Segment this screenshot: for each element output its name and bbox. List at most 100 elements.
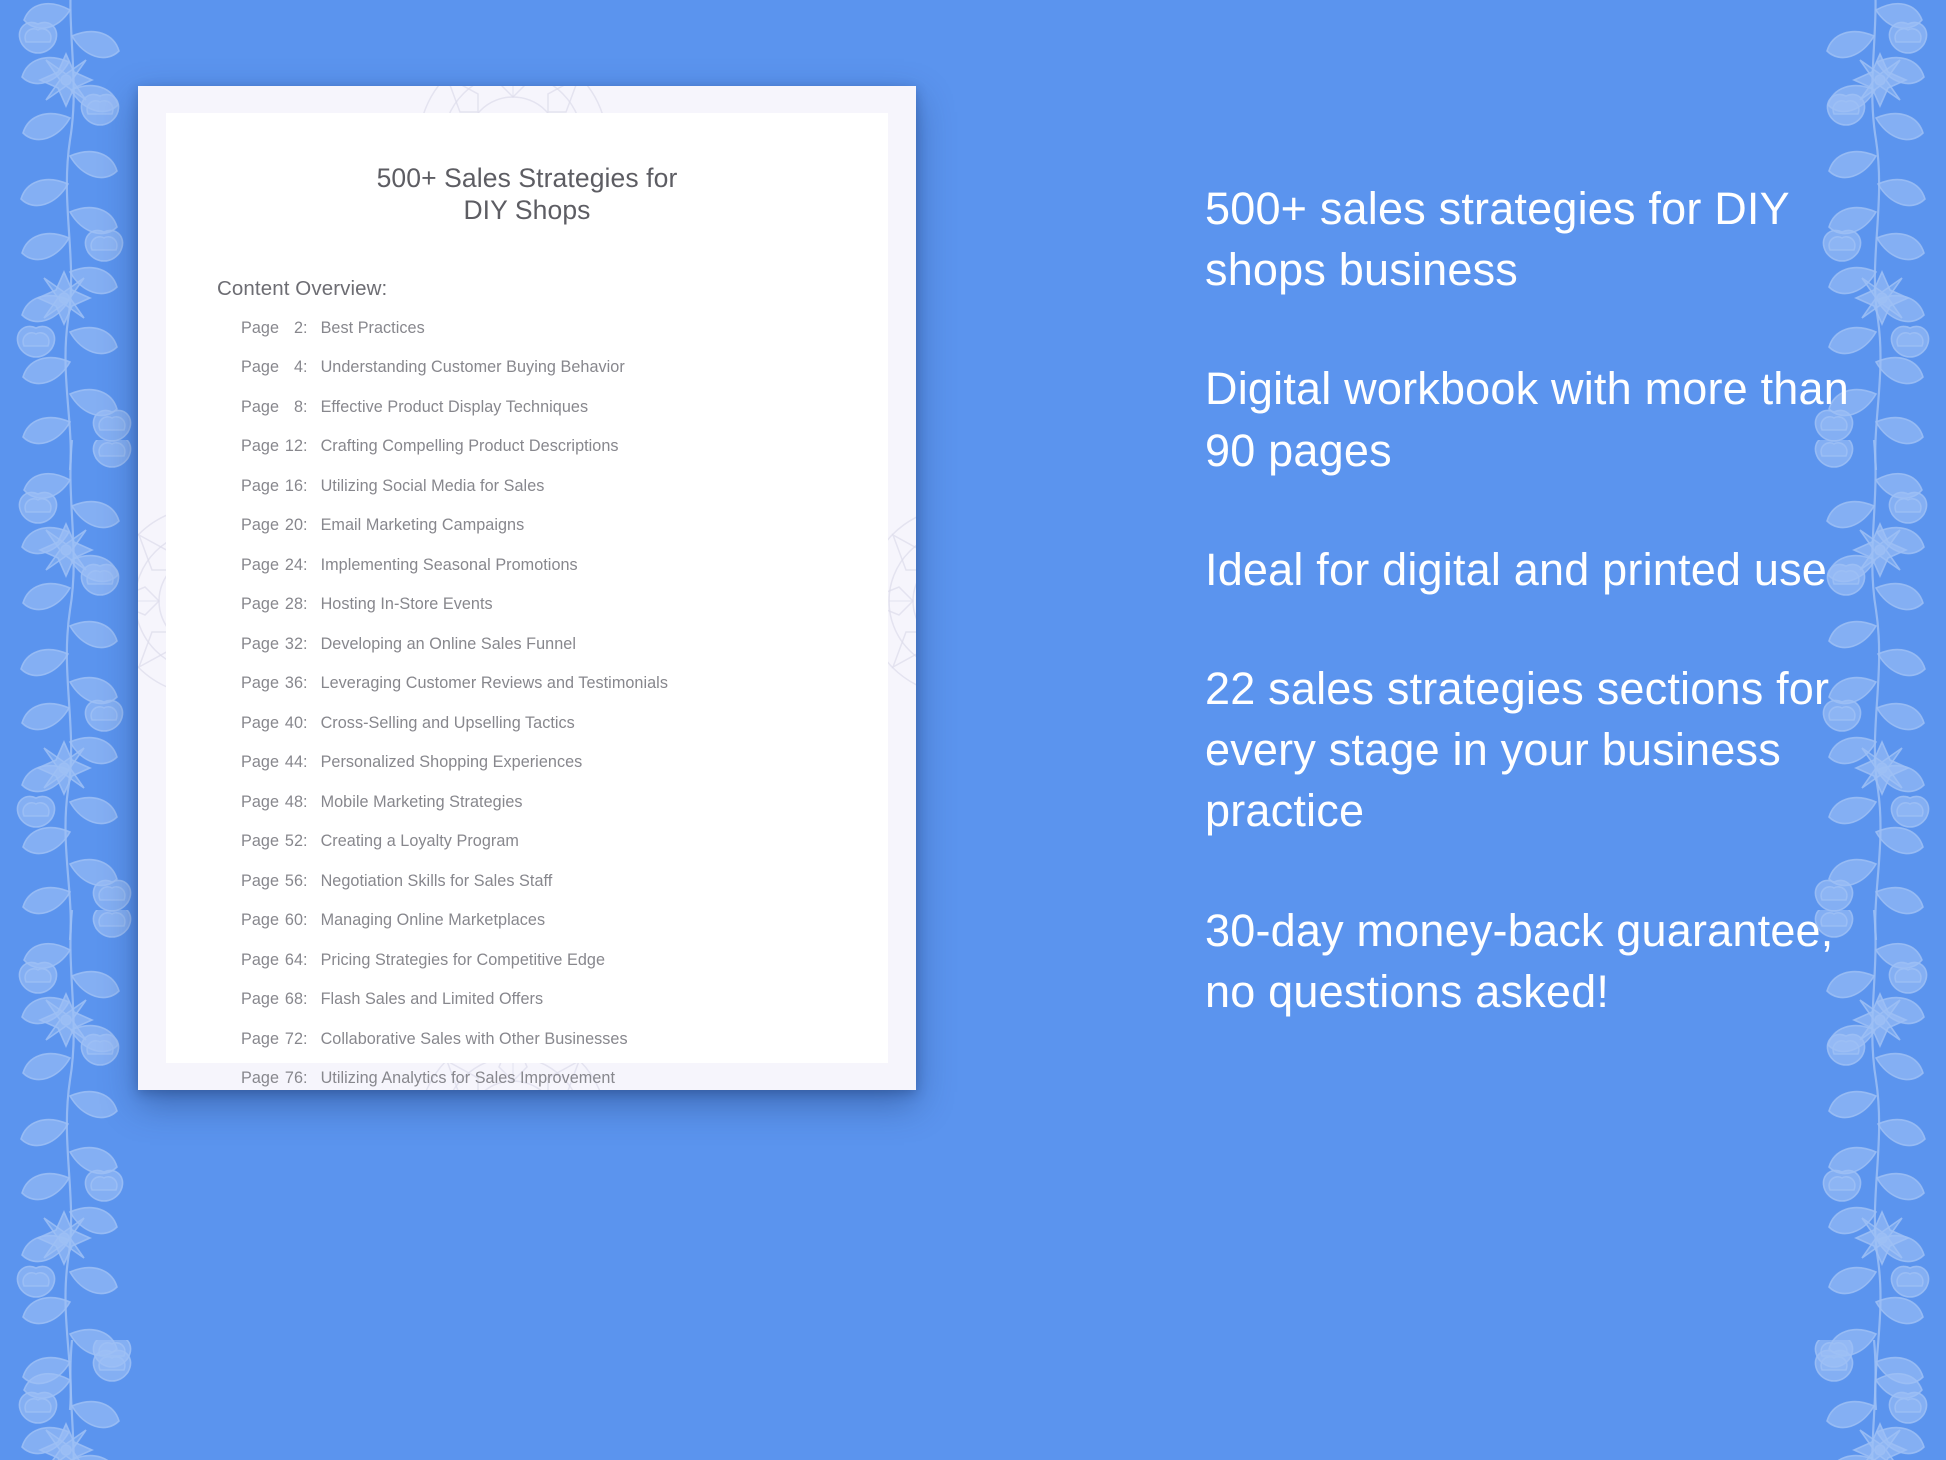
toc-entry-page-label: Page <box>241 832 280 851</box>
toc-entry-page-label: Page <box>241 358 280 377</box>
toc-entry-colon: : <box>303 595 308 614</box>
toc-entry-page-number: 28 <box>284 595 303 614</box>
toc-entry-topic: Leveraging Customer Reviews and Testimon… <box>320 674 668 693</box>
toc-entry-page-label: Page <box>241 674 280 693</box>
toc-entry[interactable]: Page 28: Hosting In-Store Events <box>241 595 888 635</box>
floral-border-left <box>0 0 150 1460</box>
toc-entry[interactable]: Page 64: Pricing Strategies for Competitiv… <box>241 951 888 991</box>
toc-entry-page-label: Page <box>241 437 280 456</box>
toc-entry-colon: : <box>303 950 308 969</box>
toc-entry-topic: Effective Product Display Techniques <box>320 397 589 416</box>
toc-entry-topic: Negotiation Skills for Sales Staff <box>320 871 553 890</box>
toc-entry[interactable]: Page 32: Developing an Online Sales Funnel <box>241 635 888 675</box>
page-title: 500+ Sales Strategies for DIY Shops <box>166 163 888 227</box>
toc-entry-topic: Personalized Shopping Experiences <box>320 753 583 772</box>
toc-entry-page-label: Page <box>241 753 280 772</box>
toc-entry[interactable]: Page 2: Best Practices <box>241 319 888 359</box>
marketing-bullet: 30-day money-back guarantee, no question… <box>1205 904 1834 1017</box>
toc-entry-page-label: Page <box>241 950 280 969</box>
toc-entry-topic: Managing Online Marketplaces <box>320 911 546 930</box>
toc-entry-topic: Mobile Marketing Strategies <box>320 792 523 811</box>
marketing-bullet: Ideal for digital and printed use <box>1205 543 1828 595</box>
toc-entry-page-number: 64 <box>284 950 303 969</box>
toc-entry[interactable]: Page 48: Mobile Marketing Strategies <box>241 793 888 833</box>
content-overview-label: Content Overview: <box>217 276 388 300</box>
toc-entry-topic: Creating a Loyalty Program <box>320 832 519 851</box>
toc-entry-page-number: 72 <box>284 1029 303 1048</box>
toc-entry-colon: : <box>303 555 308 574</box>
toc-entry-page-number: 36 <box>284 674 303 693</box>
toc-entry-page-number: 4 <box>293 358 303 377</box>
toc-entry-page-label: Page <box>241 476 280 495</box>
document-preview-card[interactable]: 500+ Sales Strategies for DIY Shops Cont… <box>138 86 916 1090</box>
page-title-line-2: DIY Shops <box>463 194 591 225</box>
toc-entry-topic: Best Practices <box>320 318 425 337</box>
toc-entry[interactable]: Page 56: Negotiation Skills for Sales Staf… <box>241 872 888 912</box>
marketing-copy-column: 500+ sales strategies for DIY shops busi… <box>1205 178 1875 1022</box>
toc-entry-page-label: Page <box>241 516 280 535</box>
toc-entry[interactable]: Page 60: Managing Online Marketplaces <box>241 911 888 951</box>
toc-entry-page-label: Page <box>241 555 280 574</box>
toc-entry-page-number: 56 <box>284 871 303 890</box>
toc-entry-page-label: Page <box>241 713 280 732</box>
toc-entry-colon: : <box>303 437 308 456</box>
toc-entry-page-label: Page <box>241 871 280 890</box>
toc-entry-colon: : <box>303 318 308 337</box>
toc-entry-colon: : <box>303 753 308 772</box>
marketing-bullet: Digital workbook with more than 90 pages <box>1205 363 1849 476</box>
toc-entry-page-label: Page <box>241 1029 280 1048</box>
toc-entry-topic: Developing an Online Sales Funnel <box>320 634 576 653</box>
toc-entry[interactable]: Page 20: Email Marketing Campaigns <box>241 516 888 556</box>
page-title-line-1: 500+ Sales Strategies for <box>376 163 678 193</box>
toc-entry-topic: Implementing Seasonal Promotions <box>320 555 578 574</box>
toc-entry-page-label: Page <box>241 1069 280 1088</box>
document-page: 500+ Sales Strategies for DIY Shops Cont… <box>166 113 888 1087</box>
toc-entry-colon: : <box>303 476 308 495</box>
toc-entry-page-number: 16 <box>284 476 303 495</box>
toc-entry[interactable]: Page 72: Collaborative Sales with Other Bu… <box>241 1030 888 1070</box>
toc-entry-colon: : <box>303 871 308 890</box>
toc-entry-colon: : <box>303 516 308 535</box>
toc-entry[interactable]: Page 4: Understanding Customer Buying Beha… <box>241 358 888 398</box>
toc-entry-page-number: 2 <box>293 318 303 337</box>
toc-entry-colon: : <box>303 1069 308 1088</box>
toc-entry-topic: Email Marketing Campaigns <box>320 516 525 535</box>
toc-entry[interactable]: Page 52: Creating a Loyalty Program <box>241 832 888 872</box>
toc-entry-topic: Flash Sales and Limited Offers <box>320 990 544 1009</box>
toc-entry-page-number: 8 <box>293 397 303 416</box>
toc-entry-page-label: Page <box>241 792 280 811</box>
marketing-bullet: 22 sales strategies sections for every s… <box>1205 662 1830 837</box>
toc-entry-page-label: Page <box>241 318 280 337</box>
toc-entry-colon: : <box>303 792 308 811</box>
toc-entry-page-label: Page <box>241 990 280 1009</box>
toc-entry-page-number: 76 <box>284 1069 303 1088</box>
toc-entry-page-label: Page <box>241 634 280 653</box>
toc-entry-colon: : <box>303 358 308 377</box>
toc-entry-page-number: 44 <box>284 753 303 772</box>
toc-entry-topic: Hosting In-Store Events <box>320 595 493 614</box>
toc-entry[interactable]: Page 68: Flash Sales and Limited Offers <box>241 990 888 1030</box>
toc-entry[interactable]: Page 40: Cross-Selling and Upselling Tacti… <box>241 714 888 754</box>
toc-entry-page-number: 12 <box>284 437 303 456</box>
toc-entry[interactable]: Page 12: Crafting Compelling Product Descr… <box>241 437 888 477</box>
marketing-bullet: 500+ sales strategies for DIY shops busi… <box>1205 183 1790 296</box>
toc-entry-page-number: 24 <box>284 555 303 574</box>
toc-entry-page-label: Page <box>241 397 280 416</box>
toc-entry-colon: : <box>303 1029 308 1048</box>
toc-entry[interactable]: Page 44: Personalized Shopping Experiences <box>241 753 888 793</box>
toc-entry[interactable]: Page 76: Utilizing Analytics for Sales Imp… <box>241 1069 888 1090</box>
toc-entry-colon: : <box>303 911 308 930</box>
toc-entry-topic: Crafting Compelling Product Descriptions <box>320 437 619 456</box>
toc-entry-topic: Utilizing Social Media for Sales <box>320 476 545 495</box>
toc-entry-page-number: 60 <box>284 911 303 930</box>
toc-entry[interactable]: Page 16: Utilizing Social Media for Sales <box>241 477 888 517</box>
toc-entry-topic: Utilizing Analytics for Sales Improvemen… <box>320 1069 615 1088</box>
toc-entry-colon: : <box>303 832 308 851</box>
toc-entry[interactable]: Page 36: Leveraging Customer Reviews and T… <box>241 674 888 714</box>
toc-entry-colon: : <box>303 674 308 693</box>
toc-entry-page-number: 40 <box>284 713 303 732</box>
toc-entry[interactable]: Page 24: Implementing Seasonal Promotions <box>241 556 888 596</box>
toc-entry-page-label: Page <box>241 595 280 614</box>
toc-entry-page-number: 48 <box>284 792 303 811</box>
toc-entry[interactable]: Page 8: Effective Product Display Techniqu… <box>241 398 888 438</box>
